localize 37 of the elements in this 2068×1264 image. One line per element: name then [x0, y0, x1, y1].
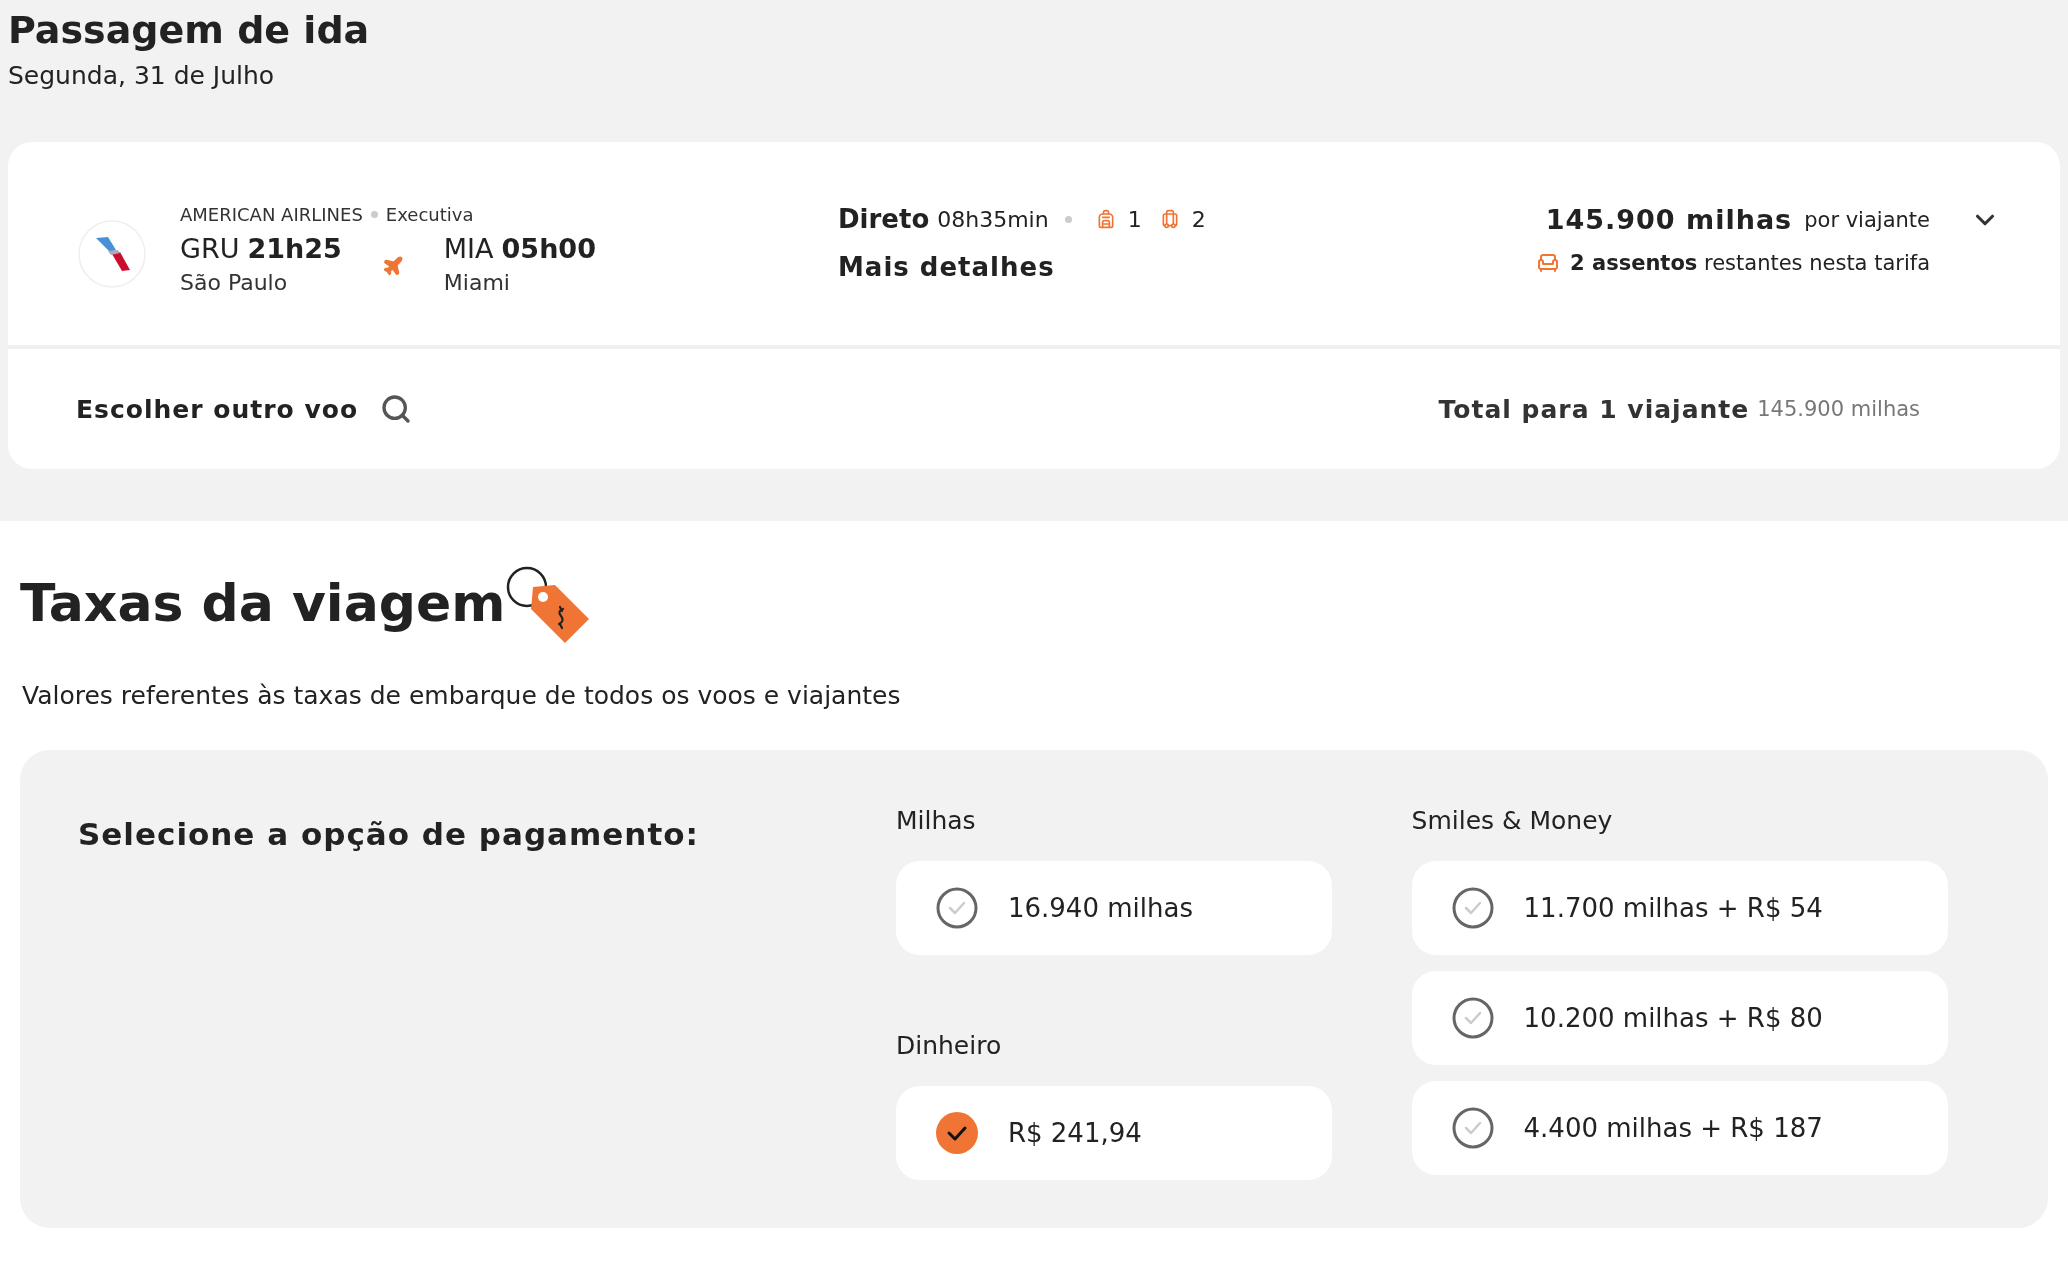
page-title: Passagem de ida	[8, 7, 371, 54]
flight-duration: 08h35min	[937, 206, 1049, 232]
choose-other-flight-button[interactable]: Escolher outro voo	[76, 393, 413, 426]
airline-logo	[78, 220, 146, 289]
separator-dot	[1064, 215, 1072, 223]
section-description: Valores referentes às taxas de embarque de todos os voos e viajantes	[22, 681, 902, 711]
destination-city: Miami	[443, 270, 511, 296]
departure-time: 21h25	[247, 233, 342, 265]
plane-icon	[381, 255, 404, 278]
section-title: Taxas da viagem	[20, 573, 506, 634]
details-link[interactable]: Mais detalhes	[838, 252, 1055, 283]
payment-option[interactable]: R$ 241,94	[895, 1086, 1332, 1181]
destination-code: MIA	[443, 233, 494, 265]
total-value: 145.900 milhas	[1757, 397, 1920, 422]
origin-city: São Paulo	[180, 270, 289, 296]
search-icon	[380, 393, 413, 426]
stop-type: Direto	[838, 204, 930, 235]
airline-name: AMERICAN AIRLINES	[180, 204, 363, 226]
payment-option[interactable]: 11.700 milhas + R$ 54	[1411, 861, 1948, 956]
payment-option[interactable]: 4.400 milhas + R$ 187	[1411, 1081, 1948, 1176]
fare-price: 145.900 milhas	[1545, 204, 1793, 236]
carry-on-count: 1	[1127, 206, 1142, 232]
cabin-class: Executiva	[385, 204, 474, 226]
separator-dot	[370, 211, 378, 219]
arrival-time: 05h00	[501, 233, 596, 265]
flight-date: Segunda, 31 de Julho	[8, 61, 276, 91]
origin-code: GRU	[180, 233, 240, 265]
seats-remaining: 2 assentos restantes nesta tarifa	[1570, 251, 1930, 276]
payment-group-label: Dinheiro	[895, 1031, 1003, 1061]
payment-group-label: Milhas	[895, 806, 977, 836]
total-label: Total para 1 viajante	[1438, 394, 1750, 424]
price-unit: por viajante	[1804, 207, 1930, 232]
payment-option[interactable]: 16.940 milhas	[895, 861, 1332, 956]
payment-group-label: Smiles & Money	[1411, 806, 1614, 836]
payment-prompt: Selecione a opção de pagamento:	[78, 816, 700, 855]
payment-option[interactable]: 10.200 milhas + R$ 80	[1411, 971, 1948, 1066]
checked-bag-count: 2	[1191, 206, 1206, 232]
